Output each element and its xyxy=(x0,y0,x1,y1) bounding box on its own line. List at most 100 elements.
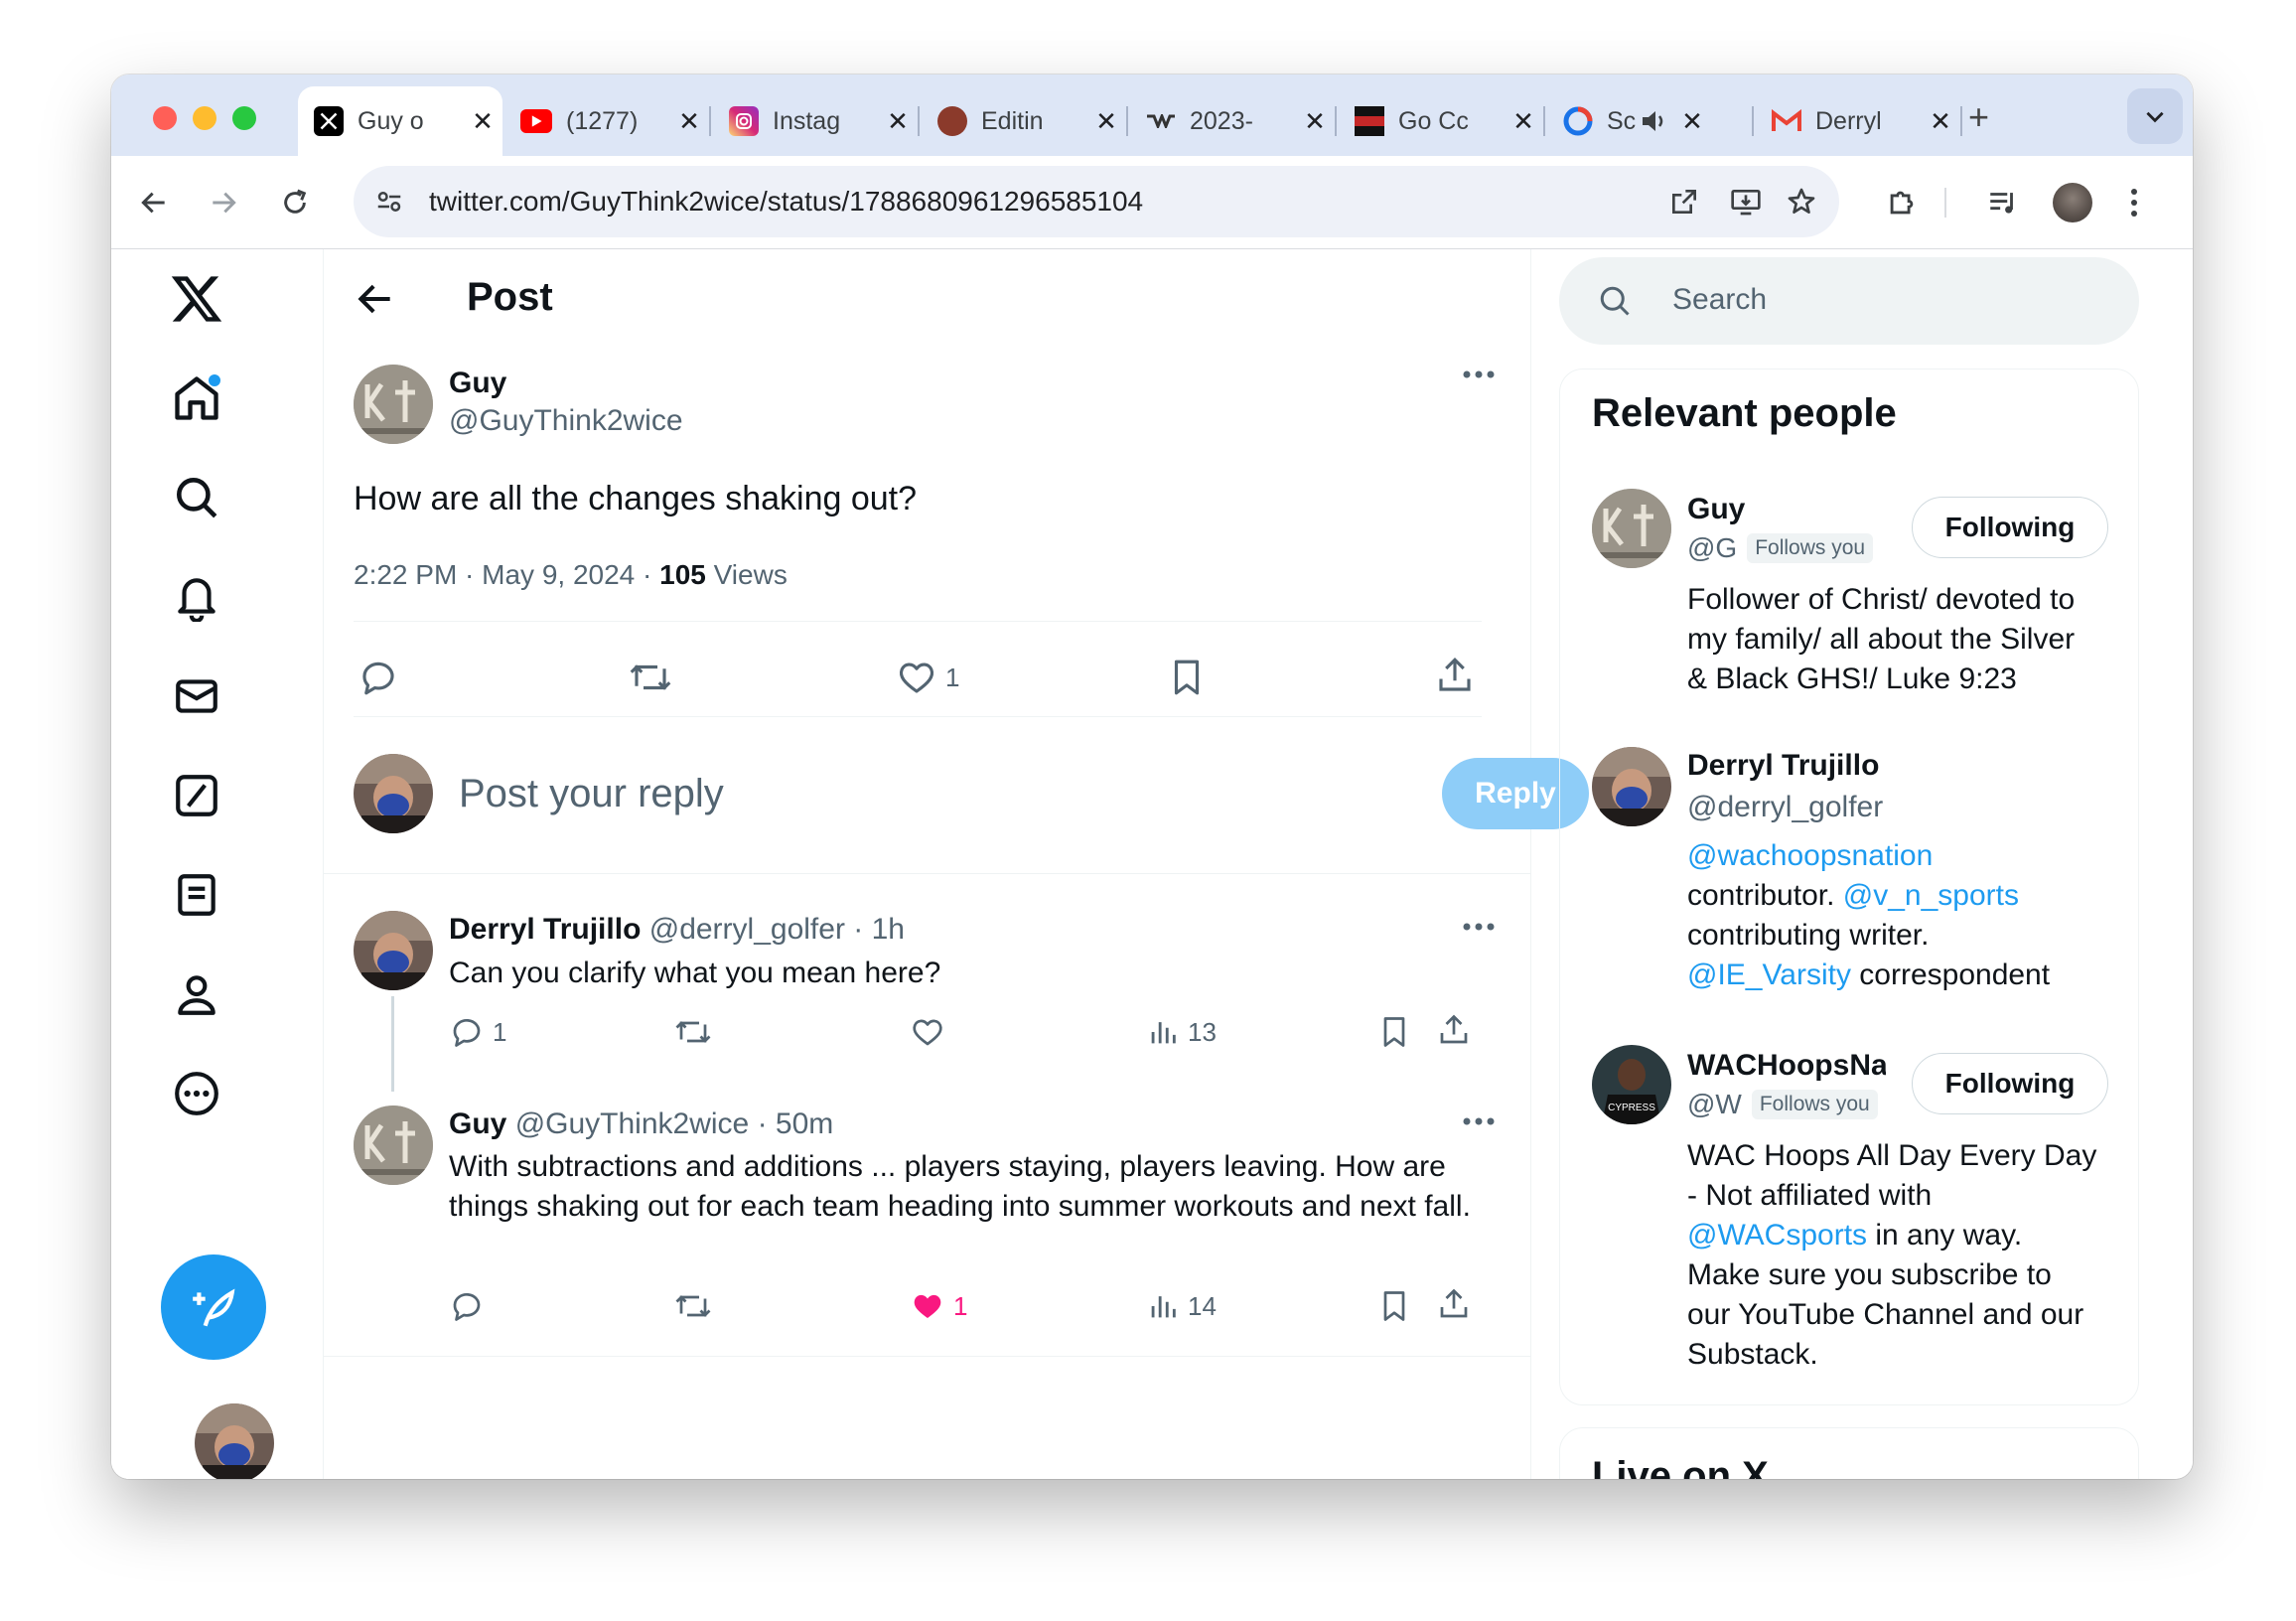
tab-gmail[interactable]: Derryl ✕ xyxy=(1756,86,1962,156)
reply-input[interactable]: Post your reply xyxy=(459,772,724,816)
page-content: Post Guy @GuyThink2wice How are all the … xyxy=(111,249,2193,1479)
repost-button[interactable] xyxy=(673,1014,713,1050)
person-name[interactable]: WACHoopsNa xyxy=(1687,1049,1886,1083)
tab-close-icon[interactable]: ✕ xyxy=(878,106,918,137)
reply-author-avatar[interactable] xyxy=(354,1105,433,1185)
tab-close-icon[interactable]: ✕ xyxy=(669,106,709,137)
post-author-handle[interactable]: @GuyThink2wice xyxy=(449,404,683,438)
explore-search-icon[interactable] xyxy=(167,468,226,527)
reply-time[interactable]: · 1h xyxy=(845,913,905,946)
reload-button[interactable] xyxy=(270,178,320,227)
like-button[interactable] xyxy=(910,1014,945,1050)
tab-twitter[interactable]: Guy o ✕ xyxy=(298,86,502,156)
home-icon[interactable] xyxy=(167,368,226,428)
more-options-icon[interactable] xyxy=(1462,919,1496,937)
extensions-button[interactable] xyxy=(1877,178,1927,227)
bio-mention-link[interactable]: @v_n_sports xyxy=(1843,879,2019,912)
tab-youtube[interactable]: (1277) ✕ xyxy=(504,86,711,156)
reply-author-name[interactable]: Derryl Trujillo xyxy=(449,913,641,946)
speaker-icon[interactable] xyxy=(1639,106,1672,136)
tab-close-icon[interactable]: ✕ xyxy=(1504,106,1543,137)
tab-sc[interactable]: Sc ✕ xyxy=(1547,86,1754,156)
tab-wac[interactable]: 2023- ✕ xyxy=(1130,86,1337,156)
share-button[interactable] xyxy=(1434,655,1476,696)
reply-time[interactable]: · 50m xyxy=(749,1107,834,1140)
like-button-liked[interactable]: 1 xyxy=(910,1288,967,1324)
person-name[interactable]: Guy xyxy=(1687,493,1745,526)
following-button[interactable]: Following xyxy=(1912,497,2108,558)
messages-envelope-icon[interactable] xyxy=(167,666,226,726)
install-app-icon[interactable] xyxy=(1728,184,1764,220)
profile-button[interactable] xyxy=(2048,178,2097,227)
bookmark-button[interactable] xyxy=(1376,1014,1412,1050)
person-avatar[interactable] xyxy=(1592,747,1671,826)
back-arrow-button[interactable] xyxy=(354,277,397,321)
address-bar[interactable]: twitter.com/GuyThink2wice/status/1788680… xyxy=(354,166,1839,237)
minimize-window-button[interactable] xyxy=(193,106,216,130)
close-window-button[interactable] xyxy=(153,106,177,130)
more-circle-icon[interactable] xyxy=(167,1064,226,1123)
grok-slash-icon[interactable] xyxy=(167,766,226,825)
share-button[interactable] xyxy=(1436,1012,1472,1048)
tab-go[interactable]: Go Cc ✕ xyxy=(1339,86,1545,156)
tab-instagram[interactable]: Instag ✕ xyxy=(713,86,920,156)
person-name[interactable]: Derryl Trujillo xyxy=(1687,749,1879,783)
tab-close-icon[interactable]: ✕ xyxy=(1672,106,1712,137)
reply-author-handle[interactable]: @GuyThink2wice xyxy=(515,1107,750,1140)
x-home-logo-icon[interactable] xyxy=(167,269,226,329)
bio-mention-link[interactable]: @WACsports xyxy=(1687,1219,1867,1252)
views-button[interactable]: 14 xyxy=(1146,1288,1217,1324)
account-avatar[interactable] xyxy=(195,1403,274,1479)
bookmark-star-icon[interactable] xyxy=(1784,184,1819,220)
tab-close-icon[interactable]: ✕ xyxy=(463,106,502,137)
browser-menu-button[interactable] xyxy=(2109,178,2159,227)
lists-icon[interactable] xyxy=(167,865,226,925)
search-input[interactable]: Search xyxy=(1559,257,2139,345)
bio-mention-link[interactable]: @wachoopsnation xyxy=(1687,839,1933,872)
back-button[interactable] xyxy=(129,178,179,227)
notifications-bell-icon[interactable] xyxy=(167,567,226,627)
person-handle[interactable]: @derryl_golfer xyxy=(1687,791,1883,824)
open-in-app-icon[interactable] xyxy=(1666,184,1702,220)
person-handle[interactable]: @G xyxy=(1687,532,1737,564)
tab-search-button[interactable] xyxy=(2127,88,2183,144)
tab-close-icon[interactable]: ✕ xyxy=(1921,106,1960,137)
forward-button[interactable] xyxy=(199,178,248,227)
tab-editing[interactable]: Editin ✕ xyxy=(922,86,1128,156)
person-handle[interactable]: @W xyxy=(1687,1089,1742,1120)
reply-button[interactable] xyxy=(449,1288,485,1324)
right-sidebar: Search Relevant people Guy @G Follows yo… xyxy=(1531,249,2193,1479)
share-button[interactable] xyxy=(1436,1286,1472,1322)
repost-button[interactable] xyxy=(628,657,673,698)
compose-post-button[interactable] xyxy=(161,1254,266,1360)
maximize-window-button[interactable] xyxy=(232,106,256,130)
post-author-name[interactable]: Guy xyxy=(449,367,506,400)
site-settings-icon[interactable] xyxy=(371,184,407,220)
tab-close-icon[interactable]: ✕ xyxy=(1086,106,1126,137)
reply-author-handle[interactable]: @derryl_golfer xyxy=(649,913,845,946)
bookmark-button[interactable] xyxy=(1166,657,1208,698)
reply-author-name[interactable]: Guy xyxy=(449,1107,506,1140)
following-button[interactable]: Following xyxy=(1912,1053,2108,1114)
new-tab-button[interactable]: + xyxy=(1968,96,1989,138)
bookmark-button[interactable] xyxy=(1376,1288,1412,1324)
profile-person-icon[interactable] xyxy=(167,964,226,1024)
person-avatar[interactable]: CYPRESS xyxy=(1592,1045,1671,1124)
media-controls-button[interactable] xyxy=(1978,178,2028,227)
reply-author-avatar[interactable] xyxy=(354,911,433,990)
person-handle-row: @G Follows you xyxy=(1687,532,1874,564)
post-author-avatar[interactable] xyxy=(354,365,433,444)
post-timestamp[interactable]: 2:22 PM · May 9, 2024 · xyxy=(354,559,659,590)
bio-mention-link[interactable]: @IE_Varsity xyxy=(1687,958,1851,991)
person-avatar[interactable] xyxy=(1592,489,1671,568)
more-options-icon[interactable] xyxy=(1462,1113,1496,1131)
reply-button[interactable]: 1 xyxy=(449,1014,506,1050)
more-options-icon[interactable] xyxy=(1462,367,1496,384)
tab-close-icon[interactable]: ✕ xyxy=(1295,106,1335,137)
repost-button[interactable] xyxy=(673,1288,713,1324)
like-button[interactable]: 1 xyxy=(896,657,959,698)
url-text[interactable]: twitter.com/GuyThink2wice/status/1788680… xyxy=(429,186,1143,218)
views-button[interactable]: 13 xyxy=(1146,1014,1217,1050)
reply-button[interactable] xyxy=(358,657,399,698)
repost-icon xyxy=(675,1295,711,1317)
